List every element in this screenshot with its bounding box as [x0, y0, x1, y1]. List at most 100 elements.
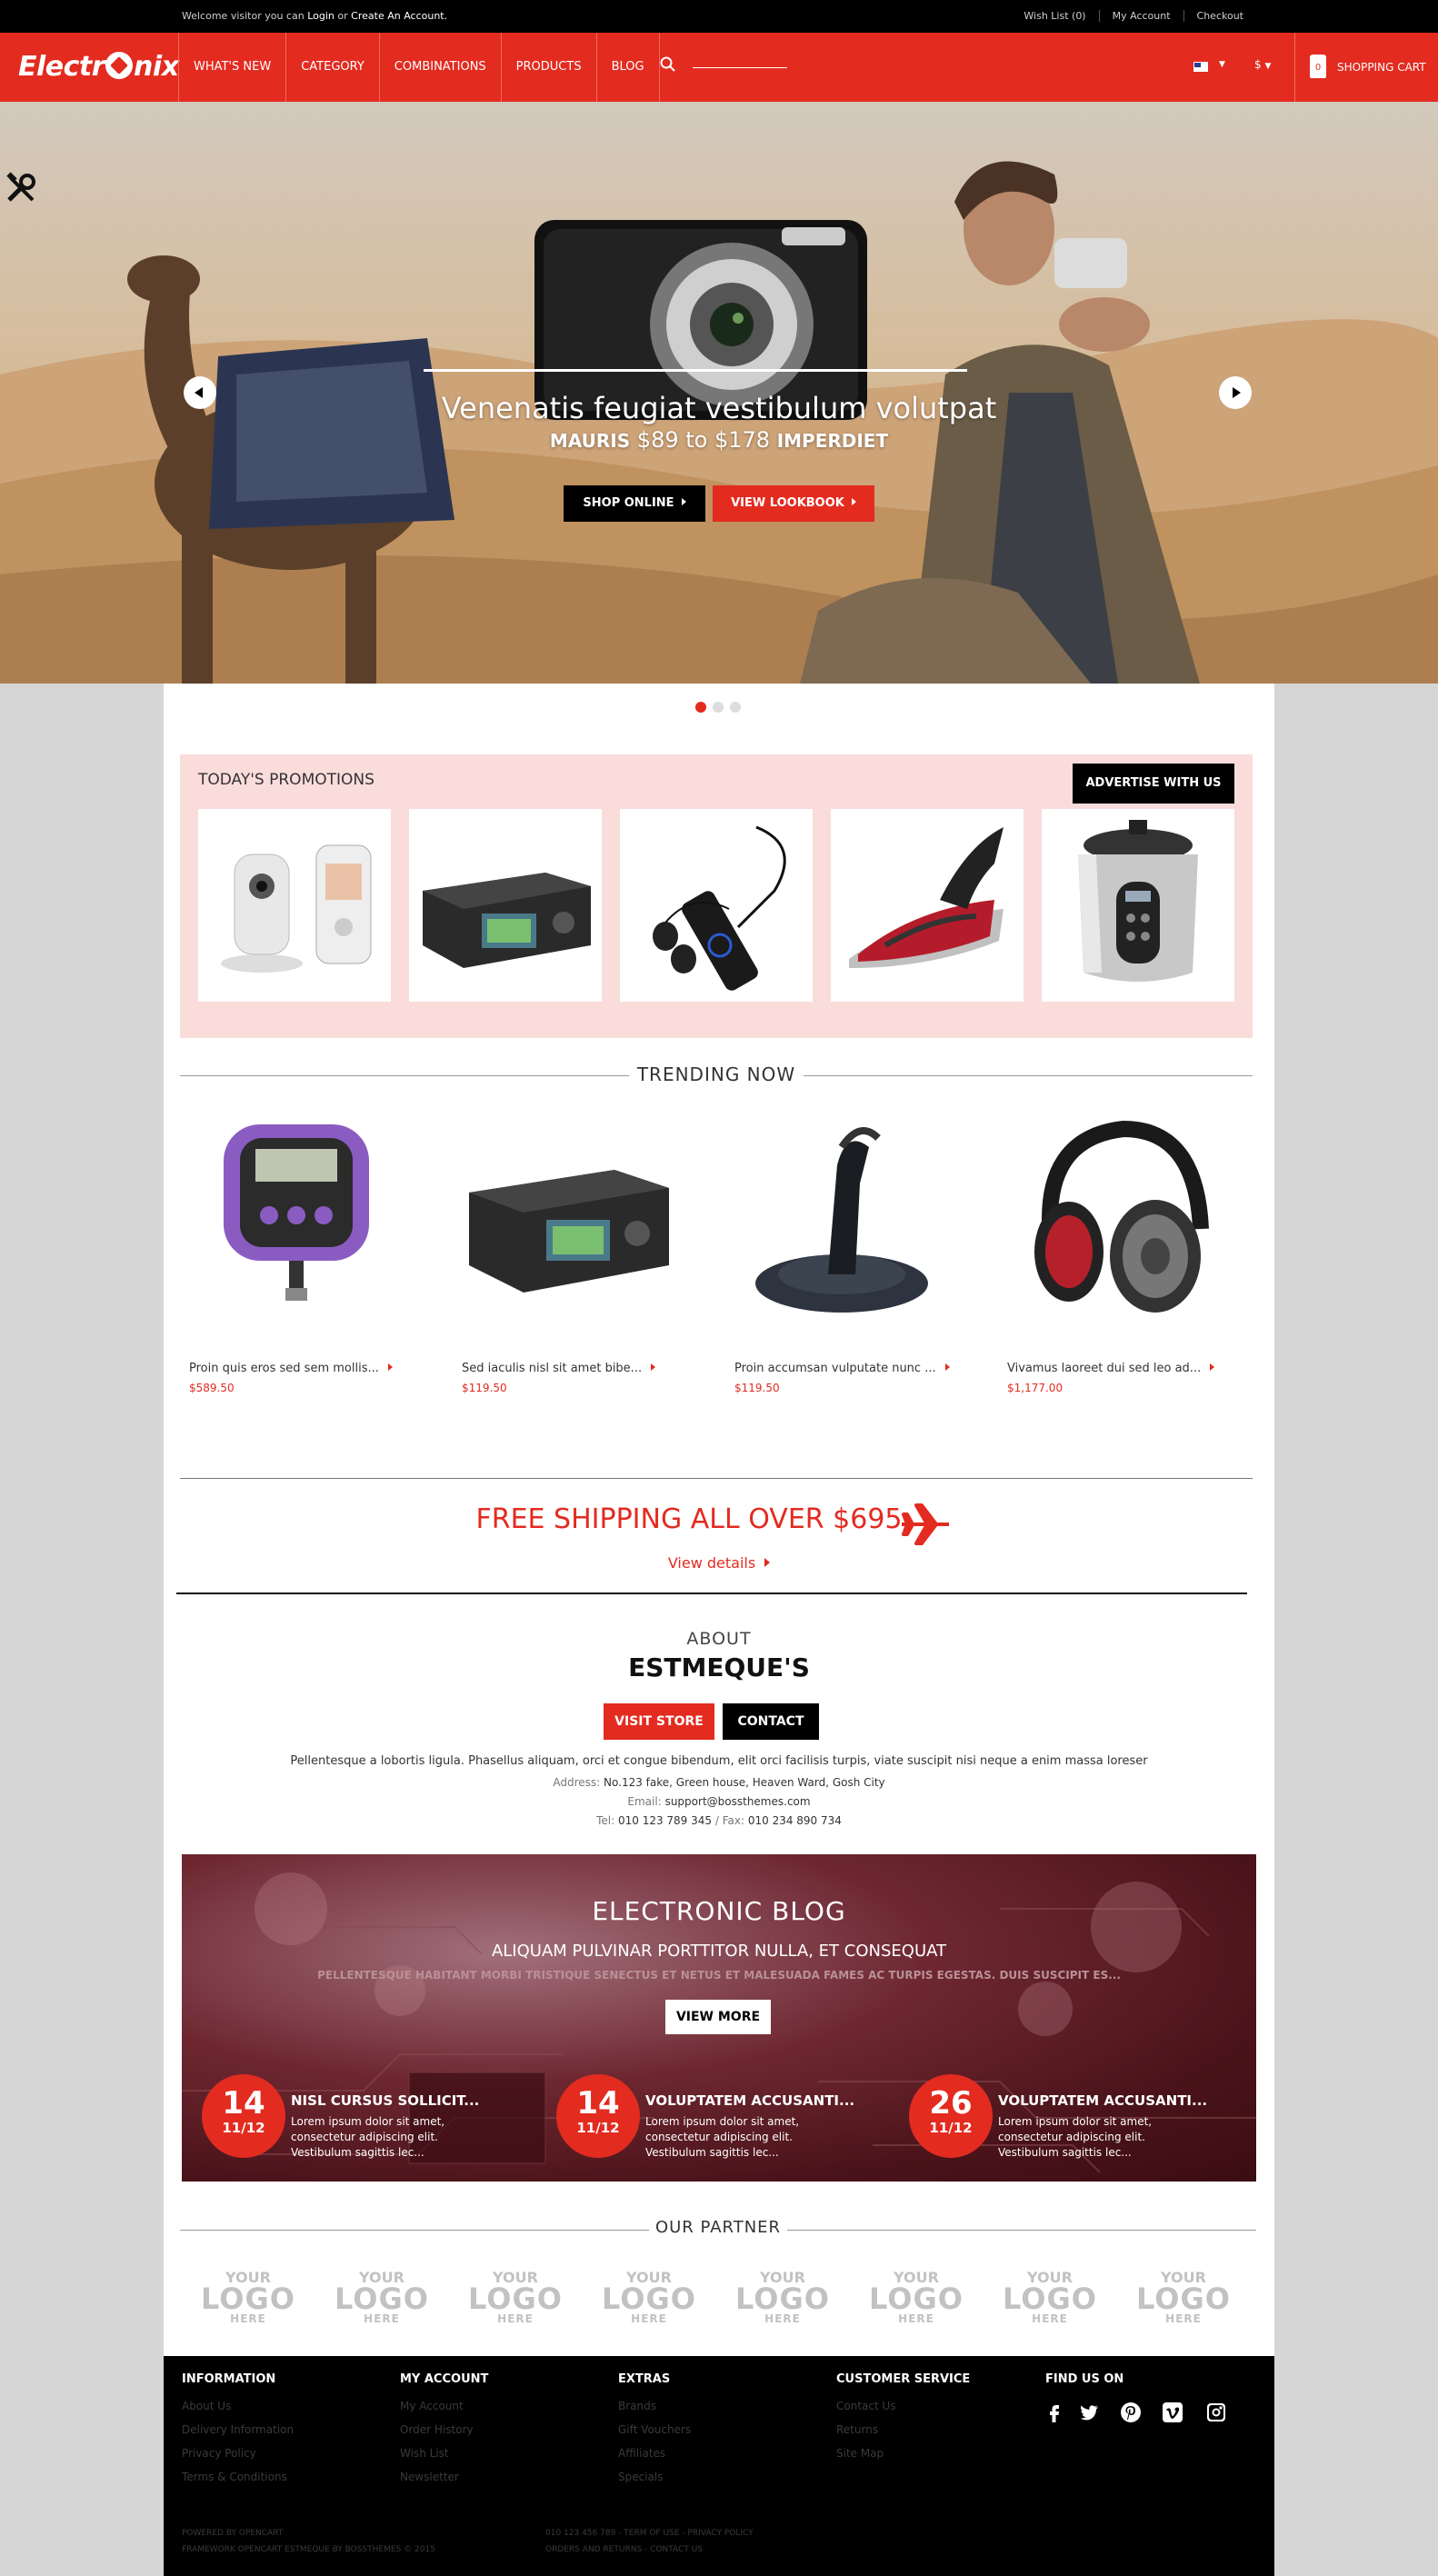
cart-count: 0 [1314, 63, 1322, 73]
blog-post-date-3: 26 11/12 [909, 2074, 993, 2158]
footer-account-title: MY ACCOUNT [400, 2372, 489, 2386]
trending-product-1[interactable] [187, 1111, 405, 1347]
partner-logo-6[interactable]: YOUR LOGO HERE [862, 2271, 971, 2331]
footer-link-gift-vouchers[interactable]: Gift Vouchers [618, 2423, 691, 2436]
email-value[interactable]: support@bossthemes.com [665, 1795, 811, 1808]
facebook-icon[interactable] [1044, 2401, 1065, 2423]
footer-link-site-map[interactable]: Site Map [836, 2447, 884, 2460]
advertise-button[interactable]: ADVERTISE WITH US [1073, 764, 1234, 804]
blog-post-desc-2: Lorem ipsum dolor sit amet, consectetur … [645, 2115, 800, 2159]
promo-card-mp3-player[interactable] [620, 809, 813, 1002]
partner-logo-5[interactable]: YOUR LOGO HERE [728, 2271, 837, 2331]
currency-selector[interactable]: $ ▼ [1254, 58, 1271, 71]
iron-image [849, 827, 1004, 968]
create-account-link[interactable]: Create An Account. [351, 10, 447, 22]
slider-dot-2[interactable] [713, 702, 724, 713]
blog-post-title-2[interactable]: VOLUPTATEM ACCUSANTI... [645, 2092, 854, 2109]
login-link[interactable]: Login [307, 10, 335, 22]
currency-caret-icon: ▼ [1264, 62, 1272, 71]
blog-title: ELECTRONIC BLOG [592, 1896, 846, 1926]
hero-title: Venenatis feugiat vestibulum volutpat [441, 391, 997, 425]
about-phone: Tel: 010 123 789 345 / Fax: 010 234 890 … [0, 1814, 1438, 1827]
footer-link-about-us[interactable]: About Us [182, 2400, 231, 2412]
partner-logo-3[interactable]: YOUR LOGO HERE [461, 2271, 570, 2331]
trending-product-2[interactable] [460, 1111, 678, 1347]
twitter-icon[interactable] [1078, 2401, 1100, 2423]
language-flag-icon[interactable] [1193, 62, 1208, 72]
fax-value: 010 234 890 734 [747, 1814, 842, 1827]
partner-logo-1[interactable]: YOUR LOGO HERE [194, 2271, 303, 2331]
checkout-link[interactable]: Checkout [1183, 10, 1256, 22]
trending-product-price-4: $1,177.00 [1007, 1382, 1064, 1394]
footer-link-returns[interactable]: Returns [836, 2423, 878, 2436]
view-more-button[interactable]: VIEW MORE [665, 2000, 771, 2034]
nav-category[interactable]: CATEGORY [286, 33, 380, 102]
blog-post-title-1[interactable]: NISL CURSUS SOLLICIT... [291, 2092, 479, 2109]
footer-link-wish-list[interactable]: Wish List [400, 2447, 449, 2460]
trending-product-price-3: $119.50 [734, 1382, 780, 1394]
hero-sub-right: IMPERDIET [776, 430, 889, 452]
shop-online-button[interactable]: SHOP ONLINE [564, 485, 705, 522]
nav-whats-new[interactable]: WHAT'S NEW [179, 33, 287, 102]
trending-product-4[interactable] [1005, 1111, 1223, 1347]
footer-link-delivery[interactable]: Delivery Information [182, 2423, 294, 2436]
language-caret-icon[interactable]: ▼ [1219, 60, 1225, 69]
footer-information-title: INFORMATION [182, 2372, 276, 2386]
blog-post-title-3[interactable]: VOLUPTATEM ACCUSANTI... [998, 2092, 1207, 2109]
blog-post-month-3: 11/12 [929, 2120, 973, 2136]
footer-link-brands[interactable]: Brands [618, 2400, 656, 2412]
my-account-link[interactable]: My Account [1098, 10, 1183, 22]
blog-post-date-2: 14 11/12 [556, 2074, 640, 2158]
hero-sub-left: MAURIS [549, 430, 631, 452]
footer-link-terms[interactable]: Terms & Conditions [182, 2471, 287, 2483]
promo-card-receiver[interactable] [409, 809, 602, 1002]
trending-product-name-4[interactable]: Vivamus laoreet dui sed leo ad... [1007, 1362, 1214, 1375]
footer-link-privacy[interactable]: Privacy Policy [182, 2447, 256, 2460]
visit-store-button[interactable]: VISIT STORE [604, 1703, 714, 1740]
partner-logo-7[interactable]: YOUR LOGO HERE [995, 2271, 1104, 2331]
blog-post-desc-1: Lorem ipsum dolor sit amet, consectetur … [291, 2115, 445, 2159]
trending-product-name-3[interactable]: Proin accumsan vulputate nunc ... [734, 1362, 950, 1375]
logo-text-right: nix [134, 51, 179, 83]
trending-product-price-1: $589.50 [189, 1382, 235, 1394]
slider-dot-1[interactable] [695, 702, 706, 713]
instagram-icon[interactable] [1205, 2401, 1227, 2423]
view-details-link[interactable]: View details [0, 1554, 1438, 1572]
tools-icon[interactable] [4, 171, 40, 207]
pinterest-icon[interactable] [1120, 2401, 1142, 2423]
wishlist-link[interactable]: Wish List (0) [1011, 10, 1098, 22]
promo-card-iron[interactable] [831, 809, 1024, 1002]
promo-card-pressure-cooker[interactable] [1042, 809, 1234, 1002]
footer-link-affiliates[interactable]: Affiliates [618, 2447, 665, 2460]
welcome-message: Welcome visitor you can Login or Create … [182, 10, 447, 22]
vimeo-icon[interactable] [1162, 2401, 1183, 2423]
slider-dot-3[interactable] [730, 702, 741, 713]
footer-orders-links[interactable]: ORDERS AND RETURNS - CONTACT US [545, 2545, 703, 2554]
tel-value: 010 123 789 345 [617, 1814, 713, 1827]
trending-product-name-1[interactable]: Proin quis eros sed sem mollis... [189, 1362, 393, 1375]
promo-card-baby-monitor[interactable] [198, 809, 391, 1002]
trending-product-name-2[interactable]: Sed iaculis nisl sit amet bibe... [462, 1362, 655, 1375]
footer-link-specials[interactable]: Specials [618, 2471, 664, 2483]
nav-combinations[interactable]: COMBINATIONS [380, 33, 502, 102]
footer-legal-links[interactable]: 010 123 456 789 - TERM OF USE - PRIVACY … [545, 2529, 754, 2538]
partner-logo-8[interactable]: YOUR LOGO HERE [1129, 2271, 1238, 2331]
footer-link-newsletter[interactable]: Newsletter [400, 2471, 459, 2483]
site-logo[interactable]: Electr nix [18, 51, 179, 83]
trending-product-3[interactable] [733, 1111, 951, 1347]
partner-logo-2[interactable]: YOUR LOGO HERE [327, 2271, 436, 2331]
address-label: Address: [553, 1776, 601, 1789]
nav-products[interactable]: PRODUCTS [502, 33, 597, 102]
footer-link-contact-us[interactable]: Contact Us [836, 2400, 896, 2412]
nav-blog[interactable]: BLOG [597, 33, 660, 102]
footer-link-my-account[interactable]: My Account [400, 2400, 464, 2412]
partner-logo-4[interactable]: YOUR LOGO HERE [594, 2271, 704, 2331]
footer-link-order-history[interactable]: Order History [400, 2423, 474, 2436]
shopping-cart[interactable]: 0 SHOPPING CART [1294, 33, 1438, 102]
receiver-image [423, 873, 591, 968]
search-input[interactable] [693, 67, 787, 68]
email-label: Email: [627, 1795, 662, 1808]
contact-button[interactable]: CONTACT [723, 1703, 819, 1740]
search-icon[interactable] [660, 56, 676, 73]
view-lookbook-button[interactable]: VIEW LOOKBOOK [713, 485, 874, 522]
